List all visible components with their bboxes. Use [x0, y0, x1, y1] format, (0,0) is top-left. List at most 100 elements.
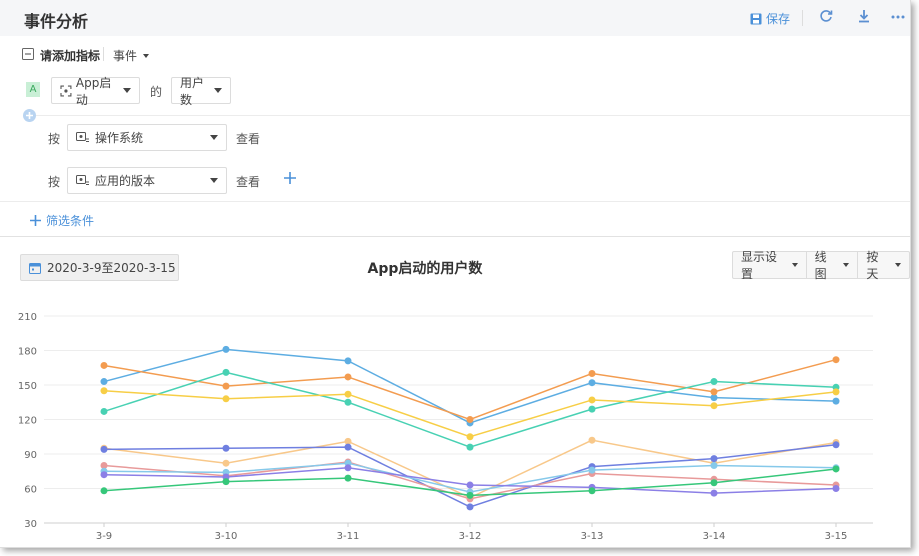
- collapse-icon[interactable]: [22, 48, 34, 60]
- groupby-label: 按: [48, 175, 61, 189]
- chart-type-dropdown[interactable]: 线图: [807, 250, 859, 281]
- x-tick-label: 3-11: [337, 531, 360, 542]
- event-type-dropdown[interactable]: 事件: [113, 47, 150, 64]
- x-tick-label: 3-13: [581, 531, 604, 542]
- data-point[interactable]: [100, 471, 108, 479]
- line-chart: 30 60 90 120 150 180 210 3-9 3-10 3-11 3-12 3-13 3-…: [18, 312, 873, 542]
- page-header: 事件分析 保存: [0, 0, 910, 36]
- data-point[interactable]: [588, 396, 596, 404]
- data-point[interactable]: [222, 444, 230, 452]
- of-label: 的: [150, 85, 163, 99]
- data-point[interactable]: [832, 485, 840, 492]
- y-tick-label: 120: [18, 416, 37, 427]
- data-point[interactable]: [832, 441, 840, 449]
- data-point[interactable]: [100, 407, 108, 415]
- data-point[interactable]: [710, 402, 718, 410]
- data-point[interactable]: [710, 462, 718, 469]
- chevron-down-icon: [895, 263, 902, 267]
- add-groupby-icon[interactable]: [284, 172, 296, 184]
- x-tick-label: 3-15: [825, 531, 848, 542]
- chart-title: App启动的用户数: [367, 261, 483, 277]
- x-tick-label: 3-10: [215, 531, 238, 542]
- data-point[interactable]: [832, 388, 840, 396]
- refresh-icon[interactable]: [819, 9, 833, 26]
- data-point[interactable]: [710, 378, 718, 386]
- x-tick-label: 3-14: [703, 531, 726, 542]
- y-tick-label: 180: [18, 347, 37, 358]
- series-line-1[interactable]: [103, 348, 837, 424]
- data-point[interactable]: [222, 382, 230, 390]
- data-point[interactable]: [344, 373, 352, 381]
- data-point[interactable]: [222, 478, 230, 486]
- data-point[interactable]: [466, 491, 474, 499]
- data-point[interactable]: [344, 464, 352, 472]
- display-settings-dropdown[interactable]: 显示设置: [733, 250, 807, 281]
- view-link-os[interactable]: 查看: [236, 130, 260, 147]
- save-label: 保存: [766, 12, 791, 26]
- data-point[interactable]: [222, 345, 230, 353]
- series-line-2[interactable]: [103, 358, 837, 421]
- section-divider: [0, 236, 910, 237]
- measure-select[interactable]: 用户数: [171, 76, 231, 107]
- data-point[interactable]: [588, 436, 596, 444]
- view-link-version[interactable]: 查看: [236, 173, 260, 190]
- data-point[interactable]: [832, 397, 840, 405]
- data-point[interactable]: [100, 387, 108, 395]
- data-point[interactable]: [710, 479, 718, 487]
- data-point[interactable]: [222, 459, 230, 467]
- data-point[interactable]: [710, 489, 718, 497]
- y-tick-label: 210: [18, 312, 37, 323]
- granularity-label: 按天: [866, 250, 879, 281]
- data-point[interactable]: [466, 481, 474, 489]
- chevron-down-icon: [843, 263, 850, 267]
- metrics-divider: [103, 47, 104, 61]
- data-point[interactable]: [710, 455, 718, 463]
- add-metric-icon[interactable]: [23, 109, 36, 122]
- chevron-down-icon: [214, 88, 222, 93]
- data-point[interactable]: [466, 416, 474, 423]
- data-point[interactable]: [588, 379, 596, 387]
- event-select[interactable]: App启动: [51, 76, 140, 107]
- event-icon: [60, 84, 72, 97]
- groupby-label: 按: [48, 132, 61, 146]
- data-point[interactable]: [710, 388, 718, 396]
- y-tick-label: 60: [24, 485, 37, 496]
- section-divider: [0, 201, 910, 202]
- data-point[interactable]: [588, 466, 596, 474]
- data-point[interactable]: [588, 487, 596, 495]
- calendar-icon: [29, 262, 41, 274]
- data-point[interactable]: [100, 361, 108, 369]
- data-point[interactable]: [100, 487, 108, 495]
- groupby-select-version[interactable]: 应用的版本: [67, 167, 227, 194]
- metric-badge: A: [26, 82, 40, 97]
- date-range-picker[interactable]: 2020-3-9至2020-3-15: [20, 254, 179, 281]
- more-icon[interactable]: [891, 9, 905, 26]
- data-point[interactable]: [344, 443, 352, 451]
- data-point[interactable]: [100, 378, 108, 386]
- granularity-dropdown[interactable]: 按天: [858, 250, 909, 281]
- data-point[interactable]: [222, 395, 230, 403]
- add-metric-label[interactable]: 请添加指标: [40, 47, 100, 64]
- data-point[interactable]: [588, 370, 596, 377]
- groupby-select-version-value: 应用的版本: [95, 174, 156, 188]
- data-point[interactable]: [344, 357, 352, 365]
- data-point[interactable]: [344, 398, 352, 406]
- save-button[interactable]: 保存: [750, 10, 790, 27]
- data-point[interactable]: [466, 433, 474, 441]
- property-icon: [76, 131, 89, 142]
- event-type-label: 事件: [113, 49, 138, 63]
- data-point[interactable]: [466, 503, 474, 511]
- data-point[interactable]: [222, 368, 230, 376]
- data-point[interactable]: [100, 445, 108, 453]
- chevron-down-icon: [143, 53, 150, 58]
- data-point[interactable]: [344, 390, 352, 398]
- data-point[interactable]: [466, 443, 474, 451]
- add-filter-button[interactable]: 筛选条件: [30, 212, 94, 229]
- groupby-select-os[interactable]: 操作系统: [67, 124, 227, 151]
- data-point[interactable]: [832, 465, 840, 473]
- data-point[interactable]: [832, 356, 840, 364]
- data-point[interactable]: [344, 474, 352, 482]
- download-icon[interactable]: [857, 9, 871, 26]
- section-divider: [36, 115, 910, 116]
- data-point[interactable]: [588, 405, 596, 413]
